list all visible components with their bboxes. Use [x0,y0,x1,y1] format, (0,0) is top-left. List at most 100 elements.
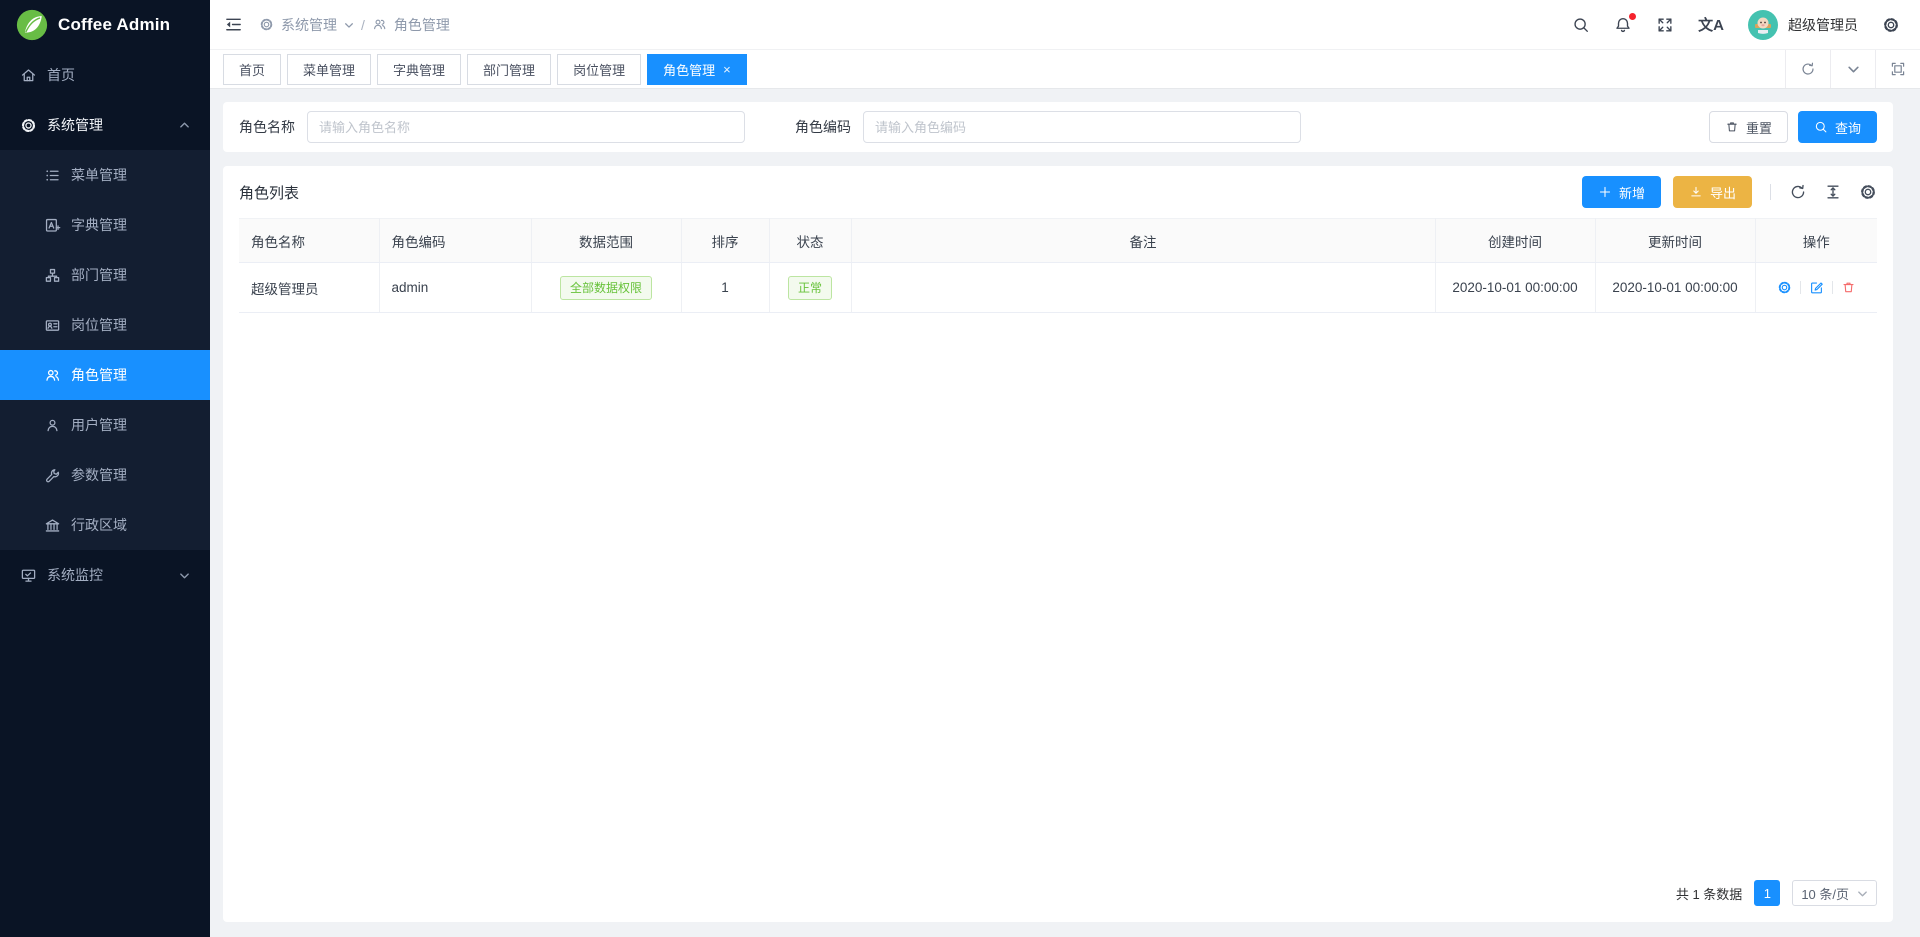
bank-icon [44,517,61,534]
breadcrumb-item-role: 角色管理 [394,15,450,35]
query-label: 查询 [1835,118,1861,137]
role-name-label: 角色名称 [239,117,295,137]
collapse-sidebar-icon[interactable] [224,15,243,34]
sidebar-item-menu-mgmt[interactable]: 菜单管理 [0,150,210,200]
col-created: 创建时间 [1435,219,1595,263]
settings-gear-icon[interactable] [1882,16,1900,34]
tab-tools [1785,50,1920,88]
topbar-tools: 文A 超级管理员 [1572,10,1900,40]
sidebar-item-param-mgmt[interactable]: 参数管理 [0,450,210,500]
tab-home[interactable]: 首页 [223,54,281,85]
sidebar-item-dept-mgmt[interactable]: 部门管理 [0,250,210,300]
row-edit-icon[interactable] [1809,280,1824,295]
maximize-icon[interactable] [1875,50,1920,88]
sidebar-item-role-mgmt[interactable]: 角色管理 [0,350,210,400]
col-sort: 排序 [681,219,769,263]
cell-remark [851,263,1435,313]
data-scope-tag: 全部数据权限 [560,276,652,300]
sidebar-item-dict-mgmt[interactable]: 字典管理 [0,200,210,250]
sidebar-item-label: 岗位管理 [71,315,127,335]
sidebar-group-monitor[interactable]: 系统监控 [0,550,210,600]
chevron-up-icon [179,120,190,131]
sidebar-menu: 首页 系统管理 菜单管理 [0,50,210,937]
sidebar-group-system[interactable]: 系统管理 [0,100,210,150]
main-area: 系统管理 / 角色管理 文A [210,0,1920,937]
sidebar-item-label: 字典管理 [71,215,127,235]
user-menu[interactable]: 超级管理员 [1748,10,1858,40]
user-icon [44,417,61,434]
export-label: 导出 [1710,183,1736,202]
table-row[interactable]: 超级管理员 admin 全部数据权限 1 正常 2020-10-01 00:00… [239,263,1877,313]
sidebar-item-label: 部门管理 [71,265,127,285]
fullscreen-icon[interactable] [1656,16,1674,34]
search-icon [1814,120,1828,134]
reset-label: 重置 [1746,118,1772,137]
col-role-code: 角色编码 [379,219,531,263]
export-button[interactable]: 导出 [1673,176,1752,208]
translate-icon[interactable]: 文A [1698,14,1724,35]
row-permission-gear-icon[interactable] [1777,280,1792,295]
tab-label: 菜单管理 [303,60,355,79]
sidebar-item-post-mgmt[interactable]: 岗位管理 [0,300,210,350]
sidebar-item-region[interactable]: 行政区域 [0,500,210,550]
col-updated: 更新时间 [1595,219,1755,263]
chevron-down-icon[interactable] [1830,50,1875,88]
card-header: 角色列表 新增 导出 [239,166,1877,218]
close-icon[interactable]: × [723,63,731,76]
download-icon [1689,185,1703,199]
user-group-icon [44,367,61,384]
page-button-1[interactable]: 1 [1754,880,1780,906]
sidebar-item-user-mgmt[interactable]: 用户管理 [0,400,210,450]
row-delete-icon[interactable] [1841,280,1856,295]
column-height-icon[interactable] [1824,183,1842,201]
tab-dict-mgmt[interactable]: 字典管理 [377,54,461,85]
sidebar-item-label: 菜单管理 [71,165,127,185]
plus-icon [1598,185,1612,199]
query-button[interactable]: 查询 [1798,111,1877,143]
notification-dot [1629,13,1636,20]
bell-icon[interactable] [1614,16,1632,34]
chevron-down-icon [179,570,190,581]
cell-role-code: admin [379,263,531,313]
card-actions: 新增 导出 [1582,176,1877,208]
sidebar-item-label: 用户管理 [71,415,127,435]
breadcrumb: 系统管理 / 角色管理 [259,15,450,35]
tab-label: 首页 [239,60,265,79]
tab-post-mgmt[interactable]: 岗位管理 [557,54,641,85]
form-item-role-name: 角色名称 [239,111,745,143]
page-size-select[interactable]: 10 条/页 [1792,880,1877,906]
refresh-icon[interactable] [1789,183,1807,201]
app-title: Coffee Admin [58,15,170,35]
tab-role-mgmt[interactable]: 角色管理 × [647,54,747,85]
row-actions [1768,280,1866,295]
org-tree-icon [44,267,61,284]
role-code-input[interactable] [863,111,1301,143]
monitor-icon [20,567,37,584]
dictionary-icon [44,217,61,234]
refresh-icon[interactable] [1785,50,1830,88]
reset-button[interactable]: 重置 [1709,111,1788,143]
gear-icon [20,117,37,134]
divider [1770,184,1771,200]
tab-label: 角色管理 [663,60,715,79]
app-logo[interactable]: Coffee Admin [0,0,210,50]
settings-gear-icon[interactable] [1859,183,1877,201]
role-name-input[interactable] [307,111,745,143]
app-root: Coffee Admin 首页 系统管理 [0,0,1920,937]
table-header-row: 角色名称 角色编码 数据范围 排序 状态 备注 创建时间 更新时间 操作 [239,219,1877,263]
tab-label: 岗位管理 [573,60,625,79]
trash-icon [1725,120,1739,134]
chevron-down-icon[interactable] [344,20,354,30]
breadcrumb-separator: / [361,17,365,33]
col-remark: 备注 [851,219,1435,263]
tab-menu-mgmt[interactable]: 菜单管理 [287,54,371,85]
divider [1800,281,1801,294]
table-toolbar [1789,183,1877,201]
search-icon[interactable] [1572,16,1590,34]
add-button[interactable]: 新增 [1582,176,1661,208]
tab-dept-mgmt[interactable]: 部门管理 [467,54,551,85]
cell-sort: 1 [681,263,769,313]
sidebar-item-home[interactable]: 首页 [0,50,210,100]
card-title: 角色列表 [239,182,299,203]
breadcrumb-item-system[interactable]: 系统管理 [281,15,337,35]
